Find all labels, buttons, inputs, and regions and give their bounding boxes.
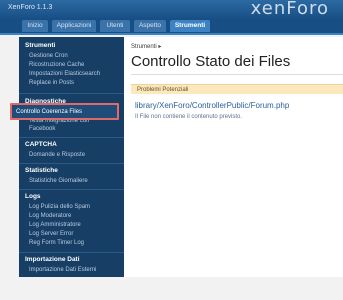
sidebar-item-log-server-error[interactable]: Log Server Error (29, 231, 73, 237)
sidebar-item-log-spam[interactable]: Log Pulizia dello Spam (29, 204, 90, 210)
main-content: Strumenti ▸ Controllo Stato dei Files Pr… (124, 37, 343, 277)
tab-bar: Inizio Applicazioni Utenti Aspetto Strum… (0, 19, 343, 35)
file-status-message: Il File non contiene il contenuto previs… (135, 114, 243, 120)
sidebar-item-log-amministratore[interactable]: Log Amministratore (29, 222, 81, 228)
file-path-link[interactable]: library/XenForo/ControllerPublic/Forum.p… (135, 101, 289, 110)
sidebar-item-replace-in-posts[interactable]: Replace in Posts (29, 80, 74, 86)
divider (131, 74, 343, 75)
sidebar-item-domande-risposte[interactable]: Domande e Risposte (29, 152, 85, 158)
sidebar-divider (19, 163, 124, 164)
top-header: XenForo 1.1.3 xenForo (0, 0, 343, 19)
sidebar-item-reg-form-timer[interactable]: Reg Form Timer Log (29, 240, 84, 246)
tab-strumenti[interactable]: Strumenti (170, 20, 210, 32)
sidebar-heading-logs: Logs (25, 193, 41, 200)
tab-aspetto[interactable]: Aspetto (134, 20, 166, 32)
sidebar-divider (19, 189, 124, 190)
sidebar-item-ricostruzione-cache[interactable]: Ricostruzione Cache (29, 62, 84, 68)
sidebar-divider (19, 252, 124, 253)
sidebar-item-facebook[interactable]: Facebook (29, 126, 55, 132)
sidebar-heading-strumenti: Strumenti (25, 42, 56, 49)
highlighted-item-label[interactable]: Controllo Coerenza Files (16, 109, 82, 115)
sidebar-item-importazione-dati[interactable]: Importazione Dati Esterni (29, 267, 96, 273)
sidebar-heading-importazione: Importazione Dati (25, 256, 80, 263)
breadcrumb[interactable]: Strumenti ▸ (131, 43, 161, 50)
tab-utenti[interactable]: Utenti (100, 20, 130, 32)
sidebar-heading-statistiche: Statistiche (25, 167, 58, 174)
sidebar-item-elasticsearch[interactable]: Impostazioni Elasticsearch (29, 71, 100, 77)
app-title: XenForo 1.1.3 (8, 4, 53, 11)
issues-header: Problemi Potenziali (131, 84, 343, 94)
sidebar-item-statistiche-giornaliere[interactable]: Statistiche Giornaliere (29, 178, 88, 184)
tab-applicazioni[interactable]: Applicazioni (52, 20, 96, 32)
sidebar-divider (19, 137, 124, 138)
sidebar-heading-captcha: CAPTCHA (25, 141, 57, 148)
sidebar-item-log-moderatore[interactable]: Log Moderatore (29, 213, 71, 219)
sidebar: Strumenti Gestione Cron Ricostruzione Ca… (19, 37, 124, 277)
sidebar-item-gestione-cron[interactable]: Gestione Cron (29, 53, 68, 59)
tab-inizio[interactable]: Inizio (22, 20, 48, 32)
xenforo-logo: xenForo (250, 0, 329, 19)
sidebar-divider (19, 93, 124, 94)
page-title: Controllo Stato dei Files (131, 53, 291, 70)
